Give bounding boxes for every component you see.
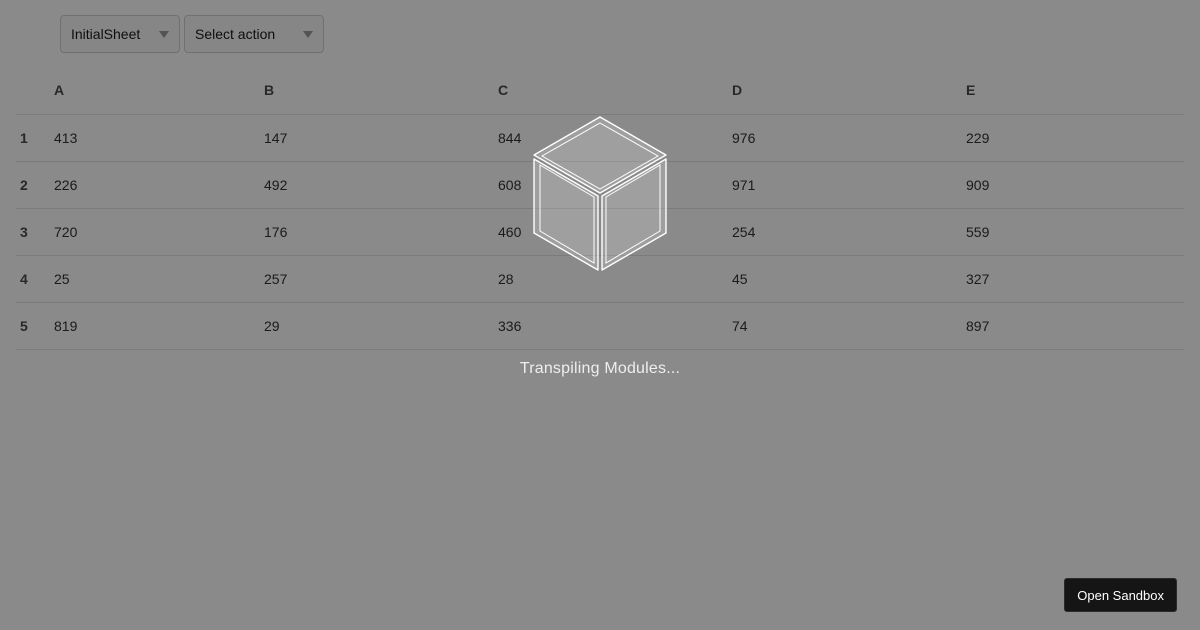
loading-text: Transpiling Modules... [519, 360, 681, 377]
open-sandbox-button[interactable]: Open Sandbox [1064, 578, 1177, 612]
loading-overlay: Transpiling Modules... [0, 0, 1200, 630]
cube-loader-icon [533, 116, 667, 271]
page: InitialSheet Select action A B C D E 1 4… [0, 0, 1200, 630]
